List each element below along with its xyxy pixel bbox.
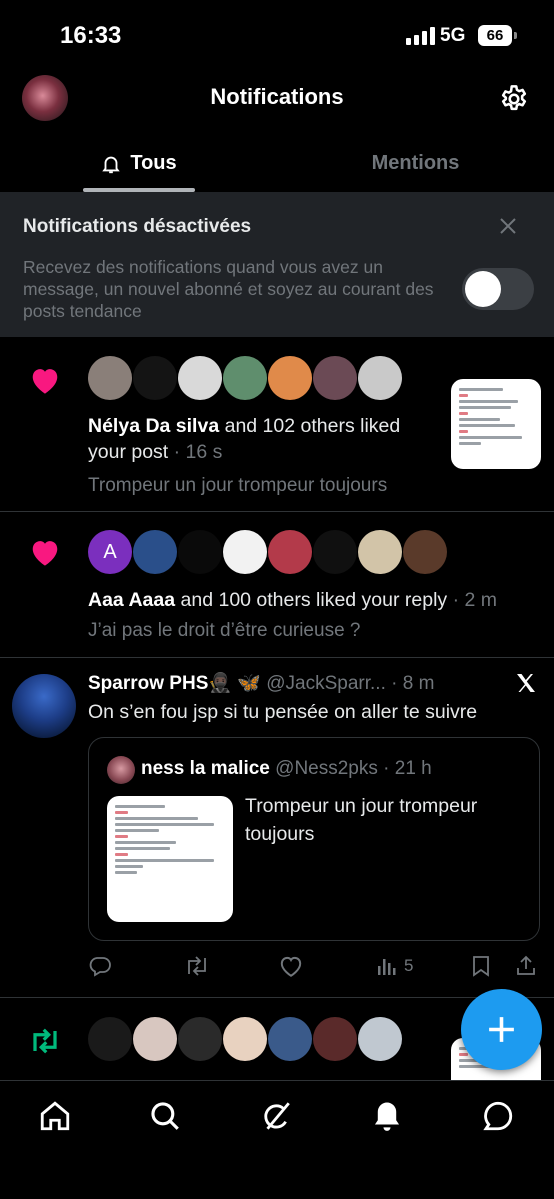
notifications-disabled-banner: Notifications désactivées Recevez des no… [0, 192, 554, 337]
bookmark-icon [473, 956, 489, 977]
quote-author-handle[interactable]: @Ness2pks [275, 758, 378, 779]
avatar[interactable] [358, 1017, 402, 1061]
liker-name[interactable]: Nélya Da silva [88, 415, 219, 437]
bottom-navigation [0, 1080, 554, 1199]
notification-text: Nélya Da silva and 102 others liked your… [88, 413, 438, 465]
avatar[interactable] [223, 356, 267, 400]
post-thumbnail[interactable] [451, 379, 541, 469]
like-notification-2[interactable]: A Aaa Aaaa and 100 others liked your rep… [0, 512, 554, 657]
avatar[interactable] [313, 1017, 357, 1061]
notification-action: and 100 others liked your reply [180, 589, 448, 611]
quote-header: ness la malice @Ness2pks · 21 h [141, 758, 432, 780]
quote-media-thumbnail[interactable] [107, 796, 233, 922]
tweet[interactable]: Sparrow PHS🥷🏿 🦋 @JackSparr... · 8 m On s… [0, 657, 554, 997]
avatar[interactable] [268, 356, 312, 400]
tweet-actions: 5 [88, 953, 540, 979]
page-title: Notifications [210, 84, 344, 109]
notification-time: · 2 m [452, 589, 498, 611]
signal-icon [406, 27, 435, 45]
search-icon[interactable] [148, 1099, 182, 1133]
avatar[interactable] [223, 530, 267, 574]
bell-icon [102, 156, 121, 173]
compose-button[interactable] [461, 989, 542, 1070]
tab-all-label: Tous [130, 152, 177, 174]
bookmark-button[interactable] [470, 953, 492, 979]
avatar[interactable] [223, 1017, 267, 1061]
share-icon [517, 955, 535, 975]
share-button[interactable] [514, 953, 538, 979]
tweet-text: On s’en fou jsp si tu pensée on aller te… [88, 701, 478, 723]
avatar[interactable] [358, 530, 402, 574]
status-time: 16:33 [60, 22, 122, 49]
avatar[interactable] [88, 356, 132, 400]
liker-avatars [88, 356, 402, 400]
network-label: 5G [440, 25, 466, 46]
like-notification-1[interactable]: Nélya Da silva and 102 others liked your… [0, 337, 554, 511]
avatar[interactable] [268, 1017, 312, 1061]
retweet-icon [33, 1028, 57, 1054]
plus-icon [489, 1017, 514, 1042]
views-button[interactable]: 5 [376, 953, 413, 979]
tab-mentions[interactable]: Mentions [277, 135, 554, 192]
avatar[interactable] [178, 1017, 222, 1061]
close-icon[interactable] [496, 214, 520, 238]
author-handle[interactable]: @JackSparr... [266, 673, 386, 694]
quote-author-name[interactable]: ness la malice [141, 758, 270, 779]
heart-icon [32, 541, 58, 566]
tab-mentions-label: Mentions [371, 152, 460, 174]
avatar[interactable] [88, 1017, 132, 1061]
avatar[interactable] [358, 356, 402, 400]
like-button[interactable] [278, 953, 304, 979]
views-count: 5 [404, 956, 414, 975]
notifications-toggle[interactable] [462, 268, 534, 310]
status-bar: 16:33 5G 66 [0, 0, 554, 70]
reply-icon [89, 957, 111, 977]
views-icon [378, 959, 396, 975]
grok-icon[interactable] [259, 1099, 293, 1133]
avatar[interactable] [313, 356, 357, 400]
notification-time: · 16 s [173, 441, 223, 463]
avatar[interactable] [313, 530, 357, 574]
quote-text: Trompeur un jour trompeur toujours [245, 795, 478, 845]
avatar[interactable]: A [88, 530, 132, 574]
tab-all[interactable]: Tous [0, 135, 277, 192]
avatar[interactable] [133, 530, 177, 574]
x-logo-icon [517, 674, 535, 692]
tweet-header: Sparrow PHS🥷🏿 🦋 @JackSparr... · 8 m [88, 671, 434, 695]
avatar[interactable] [403, 530, 447, 574]
banner-title: Notifications désactivées [23, 216, 252, 237]
retweet-icon [188, 956, 206, 976]
tab-bar: Tous Mentions [0, 135, 554, 192]
notification-text: Aaa Aaaa and 100 others liked your reply… [88, 587, 548, 613]
reply-preview: J’ai pas le droit d’être curieuse ? [88, 620, 361, 641]
quote-time: · 21 h [383, 758, 432, 779]
retweeter-avatars [88, 1017, 402, 1061]
gear-icon[interactable] [498, 83, 530, 115]
avatar[interactable] [133, 1017, 177, 1061]
heart-icon [32, 369, 58, 394]
avatar[interactable] [268, 530, 312, 574]
battery-icon: 66 [478, 25, 517, 46]
retweet-button[interactable] [184, 953, 210, 979]
avatar[interactable] [107, 756, 135, 784]
home-icon[interactable] [38, 1099, 72, 1133]
top-bar: Notifications [0, 70, 554, 128]
avatar[interactable] [178, 530, 222, 574]
banner-description: Recevez des notifications quand vous ave… [23, 257, 434, 321]
messages-icon[interactable] [481, 1099, 515, 1133]
toggle-knob [465, 271, 501, 307]
reply-button[interactable] [88, 953, 112, 979]
liker-avatars: A [88, 530, 447, 574]
quoted-tweet[interactable]: ness la malice @Ness2pks · 21 h Trompeur… [88, 737, 540, 941]
avatar[interactable] [12, 674, 76, 738]
liker-name[interactable]: Aaa Aaaa [88, 589, 175, 611]
avatar[interactable] [133, 356, 177, 400]
like-icon [280, 956, 302, 977]
post-preview: Trompeur un jour trompeur toujours [88, 475, 388, 496]
tweet-time: · 8 m [391, 673, 435, 694]
avatar[interactable] [178, 356, 222, 400]
author-name[interactable]: Sparrow PHS🥷🏿 🦋 [88, 673, 261, 694]
bell-icon[interactable] [370, 1099, 404, 1133]
